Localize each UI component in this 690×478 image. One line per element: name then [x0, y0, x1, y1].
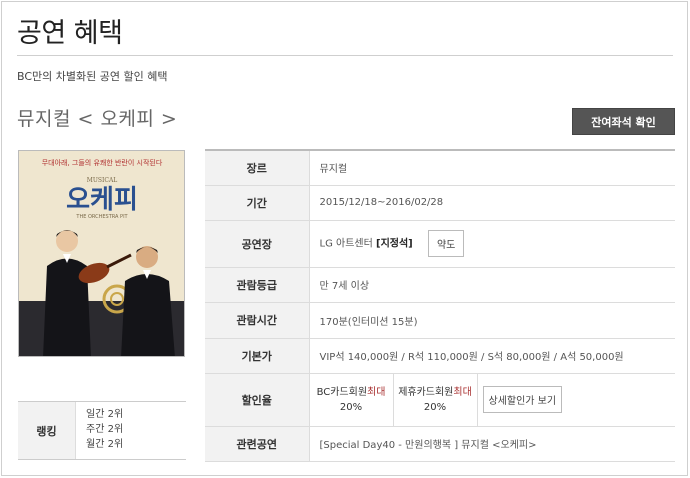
ranking-monthly: 월간 2위 [86, 439, 124, 450]
discount-partner-name: 제휴카드회원 [398, 386, 454, 398]
show-info-table: 장르 뮤지컬 기간 2015/12/18~2016/02/28 공연장 LG 아… [205, 149, 675, 462]
runtime-label: 관람시간 [205, 302, 310, 339]
poster-title: 오케피 [66, 185, 138, 215]
venue-cell: LG 아트센터 [지정석] 약도 [309, 220, 675, 268]
discount-partner-rate: 20% [423, 401, 447, 413]
info-row-period: 기간 2015/12/18~2016/02/28 [205, 185, 675, 221]
genre-value: 뮤지컬 [309, 150, 675, 186]
map-button[interactable]: 약도 [427, 230, 465, 257]
poster-image: 무대아래, 그들의 유쾌한 반란이 시작된다 MUSICAL 오케피 THE O… [19, 151, 184, 356]
price-value: VIP석 140,000원 / R석 110,000원 / S석 80,000원… [309, 338, 675, 374]
ranking-daily: 일간 2위 [86, 409, 124, 420]
price-label: 기본가 [205, 338, 310, 374]
discount-bc-rate: 20% [339, 401, 363, 413]
discount-partner-max: 최대 [453, 386, 472, 398]
info-row-age: 관람등급 만 7세 이상 [205, 267, 675, 303]
page-title: 공연 혜택 [17, 18, 123, 49]
runtime-value: 170분(인터미션 15분) [309, 302, 675, 339]
title-divider [17, 55, 673, 56]
period-label: 기간 [205, 185, 310, 221]
info-row-runtime: 관람시간 170분(인터미션 15분) [205, 302, 675, 339]
discount-bc-max: 최대 [367, 386, 386, 398]
show-title: 뮤지컬 < 오케피 > [17, 108, 178, 130]
info-row-related: 관련공연 [Special Day40 - 만원의행복 ] 뮤지컬 <오케피> [205, 426, 675, 462]
ranking-list: 일간 2위 주간 2위 월간 2위 [76, 402, 186, 459]
info-row-genre: 장르 뮤지컬 [205, 150, 675, 186]
remaining-seats-button[interactable]: 잔여좌석 확인 [572, 108, 675, 135]
related-label: 관련공연 [205, 426, 310, 462]
ranking-label: 랭킹 [18, 402, 76, 459]
age-value: 만 7세 이상 [309, 267, 675, 303]
poster-tagline: 무대아래, 그들의 유쾌한 반란이 시작된다 [42, 158, 163, 167]
ranking-weekly: 주간 2위 [86, 424, 124, 435]
discount-cell: BC카드회원최대 20% 제휴카드회원최대 20% 상세할인가 보기 [309, 373, 675, 427]
show-poster[interactable]: 무대아래, 그들의 유쾌한 반란이 시작된다 MUSICAL 오케피 THE O… [18, 150, 185, 357]
poster-musical-label: MUSICAL [87, 177, 118, 184]
info-row-price: 기본가 VIP석 140,000원 / R석 110,000원 / S석 80,… [205, 338, 675, 374]
page-subtitle: BC만의 차별화된 공연 할인 혜택 [17, 70, 168, 83]
discount-bc-name: BC카드회원 [316, 386, 368, 398]
genre-label: 장르 [205, 150, 310, 186]
venue-label: 공연장 [205, 220, 310, 268]
venue-seat-type: [지정석] [376, 238, 413, 250]
discount-label: 할인율 [205, 373, 310, 427]
ranking-table: 랭킹 일간 2위 주간 2위 월간 2위 [18, 401, 186, 460]
venue-value: LG 아트센터 [319, 238, 373, 250]
info-row-discount: 할인율 BC카드회원최대 20% 제휴카드회원최대 20% 상세할인가 보기 [205, 373, 675, 427]
age-label: 관람등급 [205, 267, 310, 303]
discount-detail-button[interactable]: 상세할인가 보기 [482, 386, 563, 413]
discount-bc: BC카드회원최대 20% [310, 373, 394, 426]
period-value: 2015/12/18~2016/02/28 [309, 185, 675, 221]
related-link[interactable]: [Special Day40 - 만원의행복 ] 뮤지컬 <오케피> [309, 426, 675, 462]
poster-eng-title: THE ORCHESTRA PIT [75, 214, 128, 220]
discount-partner: 제휴카드회원최대 20% [394, 373, 478, 426]
info-row-venue: 공연장 LG 아트센터 [지정석] 약도 [205, 220, 675, 268]
